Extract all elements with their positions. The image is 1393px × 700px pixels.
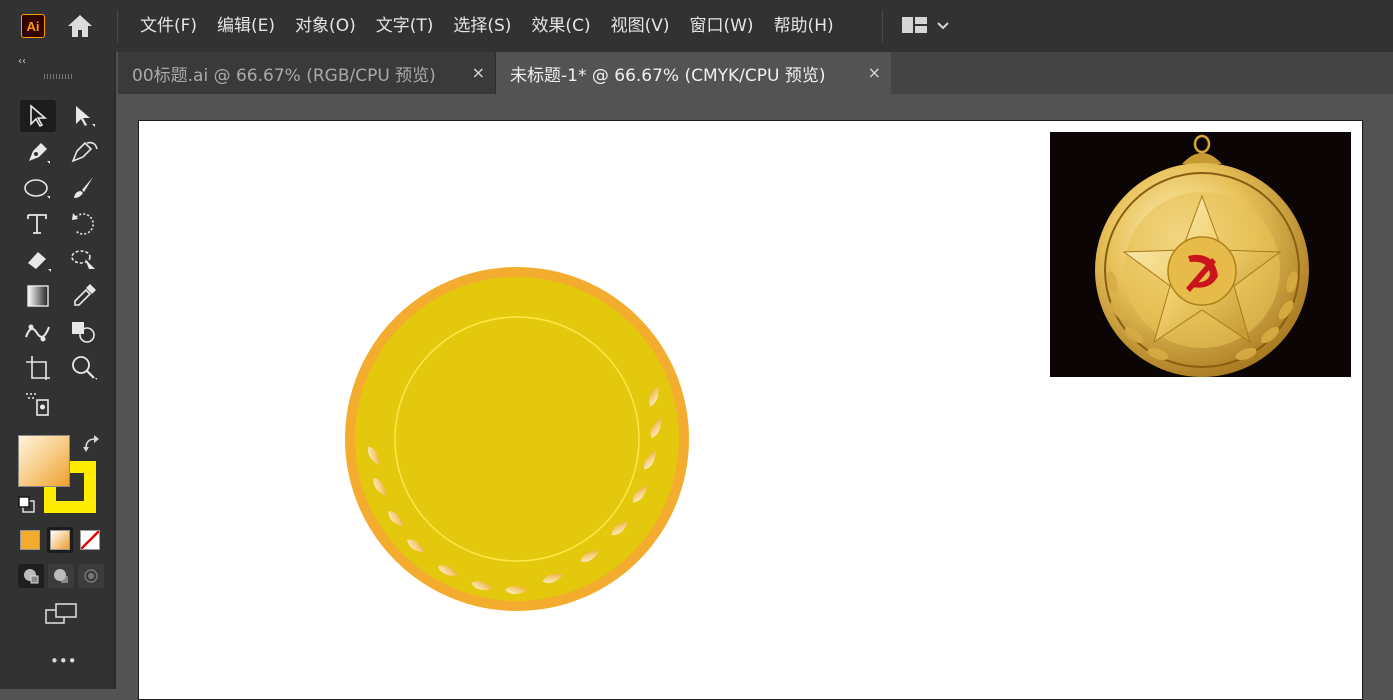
main-menu: 文件(F) 编辑(E) 对象(O) 文字(T) 选择(S) 效果(C) 视图(V…: [130, 0, 844, 52]
eraser-tool[interactable]: [20, 244, 56, 276]
selection-arrow-icon: [30, 104, 48, 128]
fill-swatch[interactable]: [18, 435, 70, 487]
shape-builder-icon: [72, 322, 95, 343]
zoom-tool[interactable]: [66, 352, 102, 384]
shape-builder-tool[interactable]: [66, 316, 102, 348]
pen-icon: [29, 143, 50, 164]
menu-type[interactable]: 文字(T): [366, 0, 444, 52]
type-icon: [27, 214, 47, 234]
draw-behind-button[interactable]: [48, 564, 74, 588]
rotate-tool[interactable]: [66, 208, 102, 240]
draw-inside-button[interactable]: [78, 564, 104, 588]
document-tab-bar: 00标题.ai @ 66.67% (RGB/CPU 预览) × 未标题-1* @…: [118, 52, 1393, 94]
curvature-tool[interactable]: [66, 136, 102, 168]
paintbrush-icon: [74, 177, 93, 198]
artboard-icon: [26, 356, 50, 380]
none-mode-button[interactable]: [80, 530, 100, 550]
direct-selection-tool[interactable]: [66, 100, 102, 132]
menu-view[interactable]: 视图(V): [601, 0, 680, 52]
close-icon[interactable]: ×: [868, 63, 881, 82]
eraser-icon: [28, 252, 51, 272]
direct-selection-icon: [76, 106, 95, 127]
menu-edit[interactable]: 编辑(E): [207, 0, 285, 52]
tab-document-00[interactable]: 00标题.ai @ 66.67% (RGB/CPU 预览) ×: [118, 52, 496, 94]
puppet-warp-tool[interactable]: [20, 316, 56, 348]
eyedropper-icon: [74, 284, 96, 306]
menu-object[interactable]: 对象(O): [285, 0, 366, 52]
menu-effect[interactable]: 效果(C): [521, 0, 600, 52]
type-tool[interactable]: [20, 208, 56, 240]
home-icon[interactable]: [66, 13, 94, 39]
gradient-mode-button[interactable]: [50, 530, 70, 550]
artboard[interactable]: [138, 120, 1363, 700]
curvature-pen-icon: [71, 141, 98, 163]
menu-file[interactable]: 文件(F): [130, 0, 207, 52]
close-icon[interactable]: ×: [472, 63, 485, 82]
ellipse-icon: [24, 179, 50, 199]
artboard-tool[interactable]: [20, 352, 56, 384]
default-fill-stroke-icon[interactable]: [18, 496, 36, 518]
medal-artwork[interactable]: [344, 266, 690, 612]
spray-can-icon: [26, 393, 49, 416]
panel-grip[interactable]: [44, 74, 74, 79]
tools-panel: ‹‹ •••: [0, 52, 116, 689]
ellipse-tool[interactable]: [20, 172, 56, 204]
menu-divider: [117, 10, 118, 42]
medal-face[interactable]: [355, 277, 679, 601]
color-mode-button[interactable]: [20, 530, 40, 550]
swap-fill-stroke-icon[interactable]: [82, 434, 102, 458]
draw-normal-button[interactable]: [18, 564, 44, 588]
magnifier-icon: [72, 356, 97, 380]
tab-label: 00标题.ai @ 66.67% (RGB/CPU 预览): [132, 65, 436, 86]
more-tools-button[interactable]: •••: [50, 652, 77, 670]
workspace-switcher-button[interactable]: [900, 14, 956, 38]
symbol-sprayer-tool[interactable]: [20, 388, 56, 420]
reference-medal-image[interactable]: [1050, 132, 1351, 377]
selection-tool[interactable]: [20, 100, 56, 132]
chevron-down-icon: [937, 22, 949, 30]
lasso-icon: [71, 250, 95, 269]
eyedropper-tool[interactable]: [66, 280, 102, 312]
gradient-tool[interactable]: [20, 280, 56, 312]
menu-help[interactable]: 帮助(H): [764, 0, 844, 52]
layout-icon: [902, 17, 927, 33]
screen-mode-icon[interactable]: [44, 602, 78, 630]
rotate-icon: [72, 213, 94, 235]
lasso-tool[interactable]: [66, 244, 102, 276]
pen-tool[interactable]: [20, 136, 56, 168]
menu-divider: [882, 10, 883, 42]
collapse-panel-button[interactable]: ‹‹: [18, 56, 26, 67]
illustrator-logo: Ai: [21, 14, 45, 38]
tab-label: 未标题-1* @ 66.67% (CMYK/CPU 预览): [510, 65, 826, 86]
gradient-icon: [27, 285, 49, 307]
puppet-warp-icon: [25, 324, 50, 342]
paintbrush-tool[interactable]: [66, 172, 102, 204]
menu-bar: Ai 文件(F) 编辑(E) 对象(O) 文字(T) 选择(S) 效果(C) 视…: [0, 0, 1393, 52]
menu-select[interactable]: 选择(S): [443, 0, 521, 52]
menu-window[interactable]: 窗口(W): [679, 0, 763, 52]
tab-document-untitled[interactable]: 未标题-1* @ 66.67% (CMYK/CPU 预览) ×: [496, 52, 891, 94]
